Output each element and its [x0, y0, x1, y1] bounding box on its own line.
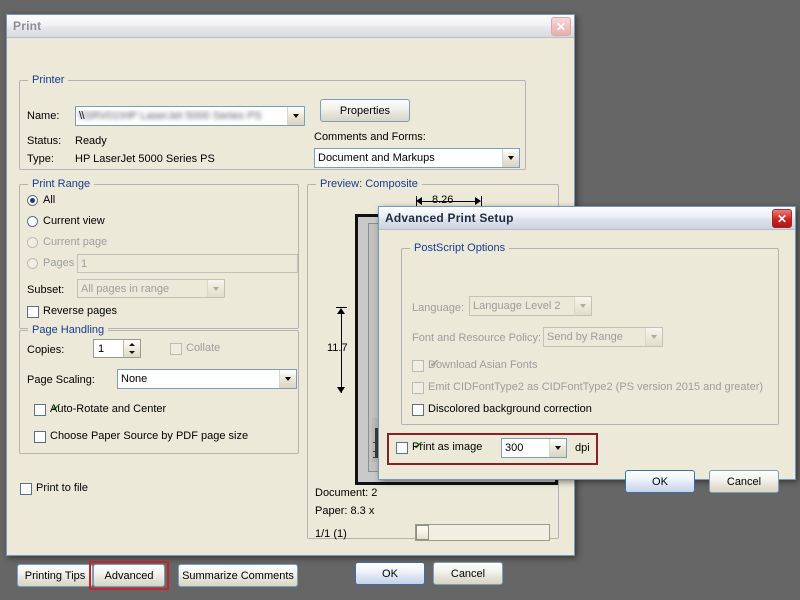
- print-range-group-legend: Print Range: [28, 178, 95, 190]
- print-ok-button[interactable]: OK: [355, 562, 425, 585]
- font-policy-combo: Send by Range: [543, 327, 663, 347]
- print-dialog-titlebar[interactable]: Print ✕: [7, 15, 574, 38]
- preview-group-legend: Preview: Composite: [316, 178, 422, 190]
- radio-all-label: All: [43, 194, 56, 206]
- checkbox-paper-source-label: Choose Paper Source by PDF page size: [50, 430, 249, 442]
- copies-spinner-buttons[interactable]: [123, 340, 140, 357]
- print-dialog-title: Print: [13, 19, 42, 33]
- preview-width-value: 8.26: [432, 194, 454, 206]
- pages-input: 1: [77, 254, 298, 273]
- preview-height-tick-top: [336, 307, 347, 308]
- spinner-down-icon[interactable]: [124, 349, 140, 358]
- subset-label: Subset:: [27, 284, 65, 296]
- printer-group-legend: Printer: [28, 74, 69, 86]
- advanced-button[interactable]: Advanced: [93, 564, 165, 587]
- spinner-up-icon[interactable]: [124, 340, 140, 349]
- checkbox-print-as-image-label: Print as image: [412, 441, 483, 453]
- advanced-print-setup-dialog: Advanced Print Setup ✕ PostScript Option…: [378, 206, 796, 493]
- comments-and-forms-label: Comments and Forms:: [314, 131, 426, 143]
- properties-button[interactable]: Properties: [320, 99, 410, 122]
- checkbox-download-asian-fonts-label: Download Asian Fonts: [428, 359, 538, 371]
- language-label: Language:: [412, 302, 464, 314]
- checkbox-print-to-file-label: Print to file: [36, 482, 88, 494]
- print-cancel-button[interactable]: Cancel: [433, 562, 503, 585]
- language-value: Language Level 2: [473, 300, 561, 312]
- chevron-down-icon[interactable]: [287, 107, 304, 125]
- chevron-down-icon[interactable]: [279, 370, 296, 388]
- preview-height-arrow-up: [337, 308, 345, 314]
- chevron-down-icon[interactable]: [502, 149, 519, 167]
- printer-name-value: \\ \\SRV01\HP LaserJet 5000 Series PS: [78, 110, 262, 122]
- copies-value: 1: [98, 342, 105, 355]
- copies-label: Copies:: [27, 344, 65, 356]
- page-handling-group-legend: Page Handling: [28, 324, 109, 336]
- dpi-unit-label: dpi: [575, 442, 590, 454]
- page-scaling-value: None: [121, 373, 148, 385]
- preview-height-arrow-down: [337, 387, 345, 393]
- subset-combo: All pages in range: [77, 279, 225, 298]
- pages-input-value: 1: [81, 257, 88, 270]
- comments-and-forms-value: Document and Markups: [318, 152, 435, 164]
- printer-status-label: Status:: [27, 135, 62, 147]
- advanced-dialog-titlebar[interactable]: Advanced Print Setup ✕: [379, 207, 795, 230]
- printer-name-combo[interactable]: \\ \\SRV01\HP LaserJet 5000 Series PS: [75, 106, 305, 126]
- printer-type-value: HP LaserJet 5000 Series PS: [75, 153, 215, 165]
- advanced-ok-button[interactable]: OK: [625, 470, 695, 493]
- font-policy-value: Send by Range: [547, 331, 623, 343]
- printer-name-label: Name:: [27, 110, 60, 122]
- copies-stepper[interactable]: 1: [93, 339, 141, 358]
- close-icon[interactable]: ✕: [551, 17, 571, 36]
- printing-tips-button[interactable]: Printing Tips: [17, 564, 93, 587]
- close-icon[interactable]: ✕: [772, 209, 792, 228]
- checkbox-discolored-background-correction-label: Discolored background correction: [428, 403, 592, 415]
- advanced-cancel-button[interactable]: Cancel: [709, 470, 779, 493]
- preview-document-size: Document: 2: [315, 487, 378, 499]
- preview-page-counter: 1/1 (1): [315, 528, 347, 540]
- checkbox-auto-rotate-label: Auto-Rotate and Center: [50, 403, 167, 415]
- printer-type-label: Type:: [27, 153, 54, 165]
- advanced-dialog-title: Advanced Print Setup: [385, 211, 514, 225]
- postscript-options-legend: PostScript Options: [410, 242, 510, 254]
- preview-height-value: 11.7: [327, 342, 348, 354]
- dpi-value: 300: [505, 442, 524, 454]
- page-scaling-combo[interactable]: None: [117, 369, 297, 389]
- checkbox-reverse-pages-label: Reverse pages: [43, 305, 117, 317]
- preview-page-slider-thumb[interactable]: [416, 525, 429, 540]
- radio-pages-label: Pages: [43, 257, 75, 269]
- chevron-down-icon[interactable]: [549, 439, 566, 457]
- printer-name-value-redacted: \\SRV01\HP LaserJet 5000 Series PS: [78, 110, 262, 122]
- page-scaling-label: Page Scaling:: [27, 374, 95, 386]
- language-combo: Language Level 2: [469, 296, 592, 316]
- chevron-down-icon: [574, 297, 591, 315]
- radio-current-view-label: Current view: [43, 215, 105, 227]
- subset-value: All pages in range: [81, 282, 170, 295]
- font-policy-label: Font and Resource Policy:: [412, 332, 542, 344]
- preview-paper-size: Paper: 8.3 x: [315, 505, 375, 517]
- checkbox-emit-cidfonttype2-label: Emit CIDFontType2 as CIDFontType2 (PS ve…: [428, 381, 764, 393]
- dpi-combo[interactable]: 300: [501, 438, 567, 458]
- comments-and-forms-combo[interactable]: Document and Markups: [314, 148, 520, 168]
- preview-page-slider[interactable]: [415, 524, 550, 541]
- checkbox-collate-label: Collate: [186, 342, 221, 354]
- radio-current-page-label: Current page: [43, 236, 108, 248]
- printer-status-value: Ready: [75, 135, 107, 147]
- chevron-down-icon: [645, 328, 662, 346]
- chevron-down-icon: [207, 280, 224, 297]
- summarize-comments-button[interactable]: Summarize Comments: [178, 564, 298, 587]
